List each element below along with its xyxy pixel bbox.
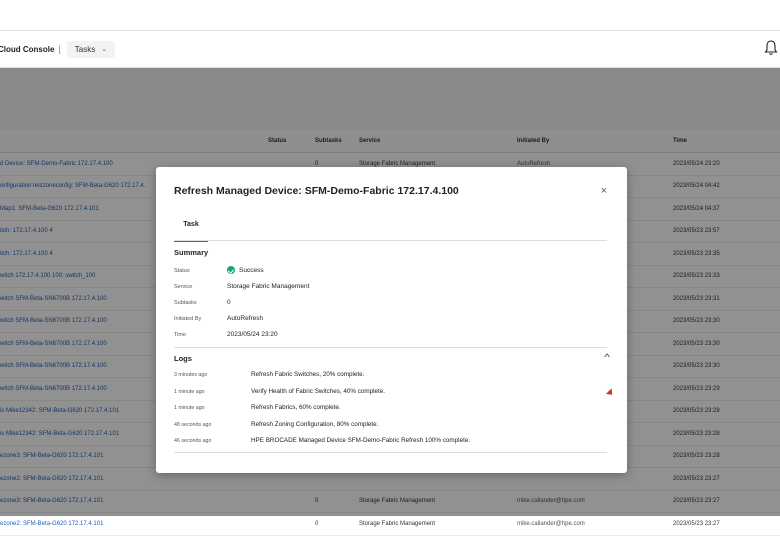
log-time: 1 minute ago	[174, 389, 205, 395]
success-check-icon	[227, 266, 235, 274]
header-separator: |	[58, 44, 61, 54]
tasks-dropdown[interactable]: Tasks ⌄	[66, 40, 116, 58]
log-time: 1 minute ago	[174, 405, 205, 411]
log-time: 46 seconds ago	[174, 438, 212, 444]
service-value: Storage Fabric Management	[227, 283, 310, 290]
logs-bottom-divider	[174, 452, 607, 453]
tab-divider	[174, 240, 607, 241]
section-divider	[174, 347, 607, 348]
modal-title: Refresh Managed Device: SFM-Demo-Fabric …	[174, 185, 459, 197]
subtasks-value: 0	[227, 299, 231, 306]
close-icon[interactable]: ×	[601, 185, 607, 197]
log-time: 3 minutes ago	[174, 372, 208, 378]
status-text: Success	[239, 266, 264, 274]
log-message: Refresh Zoning Configuration, 80% comple…	[251, 421, 379, 428]
initiated-by-value: AutoRefresh	[227, 315, 264, 322]
time-label: Time	[174, 332, 187, 338]
app-header: Cloud Console | Tasks ⌄	[0, 31, 780, 68]
log-message: HPE BROCADE Managed Device SFM-Demo-Fabr…	[251, 437, 471, 444]
logs-heading: Logs	[174, 354, 192, 363]
tab-task[interactable]: Task	[174, 219, 208, 242]
log-message: Verify Health of Fabric Switches, 40% co…	[251, 388, 386, 395]
subtasks-label: Subtasks	[174, 300, 197, 306]
log-message: Refresh Fabric Switches, 20% complete.	[251, 371, 365, 378]
bell-icon[interactable]	[764, 40, 778, 56]
chevron-up-icon[interactable]: ^	[604, 352, 610, 362]
log-message: Refresh Fabrics, 60% complete.	[251, 404, 341, 411]
tasks-label: Tasks	[74, 44, 96, 54]
summary-heading: Summary	[174, 248, 209, 257]
brand-name[interactable]: Cloud Console	[0, 45, 54, 54]
top-strip	[0, 0, 780, 31]
time-value: 2023/05/24 23:20	[227, 331, 278, 338]
status-value: Success	[227, 266, 264, 274]
chevron-down-icon: ⌄	[101, 46, 108, 53]
service-label: Service	[174, 284, 193, 290]
initiated-by-label: Initiated By	[174, 316, 202, 322]
log-time: 48 seconds ago	[174, 422, 212, 428]
status-label: Status	[174, 268, 190, 274]
task-details-modal: Refresh Managed Device: SFM-Demo-Fabric …	[156, 167, 627, 473]
